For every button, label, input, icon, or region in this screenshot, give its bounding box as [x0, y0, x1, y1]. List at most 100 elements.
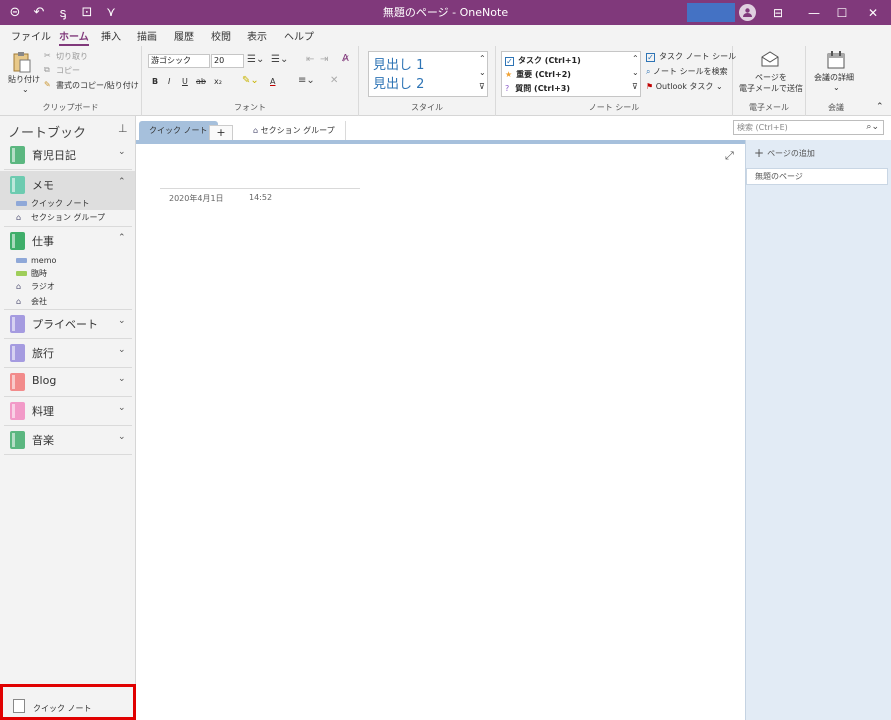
format-painter-button[interactable]: 書式のコピー/貼り付け	[56, 80, 139, 91]
collapse-ribbon-icon[interactable]: ⌃	[876, 102, 884, 112]
close-icon[interactable]: ✕	[855, 0, 891, 25]
numbering-icon[interactable]: ☰⌄	[271, 54, 288, 65]
tab-home[interactable]: ホーム	[59, 28, 89, 46]
outlook-tasks-button[interactable]: ⚑ Outlook タスク ⌄	[646, 81, 723, 92]
quick-notes-button[interactable]: クイック ノート	[0, 684, 136, 720]
section-memo[interactable]: memo	[16, 253, 56, 267]
underline-button[interactable]: U	[182, 77, 188, 86]
tab-draw[interactable]: 描画	[137, 28, 157, 43]
indent-icon[interactable]: ⇥	[320, 54, 328, 65]
cut-button[interactable]: 切り取り	[56, 51, 88, 62]
highlight-icon[interactable]: ✎⌄	[242, 75, 259, 86]
chevron-down-icon[interactable]: ⌄	[118, 345, 126, 355]
styles-gallery[interactable]: 見出し 1 見出し 2 ⌃ ⌄ ⊽	[368, 51, 488, 97]
bold-button[interactable]: B	[152, 77, 158, 86]
styles-more-icon[interactable]: ⊽	[479, 82, 485, 91]
tag-important[interactable]: ★ 重要 (Ctrl+2)	[505, 69, 571, 80]
chevron-up-icon[interactable]: ⌃	[118, 177, 126, 187]
page-item[interactable]: 無題のページ	[746, 168, 888, 185]
page-title-input[interactable]	[160, 188, 360, 189]
font-family-select[interactable]: 游ゴシック	[148, 54, 210, 68]
avatar[interactable]	[739, 4, 756, 21]
tab-view[interactable]: 表示	[247, 28, 267, 43]
notebook-ikuji[interactable]: 育児日記 ⌄	[0, 141, 135, 169]
section-group-icon: ⌂	[253, 126, 261, 135]
notebook-ryori[interactable]: 料理 ⌄	[0, 397, 135, 425]
tags-gallery[interactable]: ✓ タスク (Ctrl+1) ★ 重要 (Ctrl+2) ? 質問 (Ctrl+3) …	[501, 51, 641, 97]
email-page-button-line1[interactable]: ページを	[755, 72, 787, 83]
chevron-up-icon[interactable]: ⌃	[118, 233, 126, 243]
expand-icon[interactable]: ⤢	[725, 149, 734, 163]
outdent-icon[interactable]: ⇤	[306, 54, 314, 65]
clear-formatting-icon[interactable]: A̷	[342, 53, 349, 64]
section-quick-note[interactable]: クイック ノート	[0, 196, 135, 210]
section-rinji[interactable]: 臨時	[16, 266, 47, 280]
add-page-button[interactable]: + ページの追加	[754, 146, 815, 160]
bullets-icon[interactable]: ☰⌄	[247, 54, 264, 65]
user-icon	[743, 8, 752, 17]
tab-history[interactable]: 履歴	[174, 28, 194, 43]
copy-button[interactable]: コピー	[56, 65, 80, 76]
notebook-private[interactable]: プライベート ⌄	[0, 310, 135, 338]
tab-review[interactable]: 校閲	[211, 28, 231, 43]
calendar-icon[interactable]	[826, 50, 846, 70]
italic-button[interactable]: I	[168, 77, 170, 86]
meetings-group: 会議の詳細 ⌄ 会議	[806, 46, 866, 116]
chevron-down-icon[interactable]: ⌄	[118, 403, 126, 413]
account-name[interactable]	[687, 3, 735, 22]
tags-scroll-down-icon[interactable]: ⌄	[632, 68, 639, 77]
heading1-style[interactable]: 見出し 1	[373, 54, 424, 73]
find-tags-button[interactable]: ⌕ ノート シールを検索	[646, 66, 728, 77]
styles-scroll-up-icon[interactable]: ⌃	[479, 54, 486, 63]
delete-icon[interactable]: ✕	[330, 75, 338, 86]
paste-dropdown-icon[interactable]: ⌄	[22, 85, 29, 94]
font-size-select[interactable]: 20	[211, 54, 244, 68]
notebook-blog[interactable]: Blog ⌄	[0, 368, 135, 396]
meeting-details-dropdown-icon[interactable]: ⌄	[833, 83, 840, 92]
tab-help[interactable]: ヘルプ	[284, 28, 314, 43]
search-input[interactable]: 検索 (Ctrl+E) ⌕⌄	[733, 120, 884, 135]
notebook-ongaku[interactable]: 音楽 ⌄	[0, 426, 135, 454]
section-group-item[interactable]: ⌂ セクション グループ	[16, 210, 105, 224]
subscript-button[interactable]: x₂	[214, 77, 222, 86]
strikethrough-button[interactable]: ab	[196, 77, 206, 86]
add-section-button[interactable]: +	[209, 125, 233, 140]
undo-icon[interactable]: ↶	[28, 2, 50, 24]
email-page-button-line2[interactable]: 電子メールで送信	[739, 83, 803, 94]
tags-more-icon[interactable]: ⊽	[632, 82, 638, 91]
paste-icon[interactable]	[12, 51, 32, 73]
tab-insert[interactable]: 挿入	[101, 28, 121, 43]
notebook-ryoko[interactable]: 旅行 ⌄	[0, 339, 135, 367]
clipboard-label: クリップボード	[42, 103, 99, 112]
section-tab-quick-note[interactable]: クイック ノート	[139, 121, 218, 140]
paste-button[interactable]: 貼り付け	[8, 74, 40, 85]
todo-tag-button[interactable]: ✓ タスク ノート シール	[646, 51, 736, 62]
customize-qat-icon[interactable]: ⋎	[100, 2, 122, 24]
chevron-down-icon[interactable]: ⌄	[118, 147, 126, 157]
section-group-kaisha[interactable]: ⌂ 会社	[16, 294, 47, 308]
ribbon-display-icon[interactable]: ⊟	[760, 0, 796, 25]
email-page-icon[interactable]	[760, 50, 780, 68]
meeting-details-button[interactable]: 会議の詳細	[814, 72, 854, 83]
page-canvas[interactable]: ⤢ 2020年4月1日 14:52	[136, 144, 745, 720]
chevron-down-icon[interactable]: ⌄	[118, 316, 126, 326]
notebook-memo[interactable]: メモ ⌃	[0, 171, 135, 199]
chevron-down-icon[interactable]: ⌄	[118, 374, 126, 384]
notebook-shigoto[interactable]: 仕事 ⌃	[0, 227, 135, 255]
dock-icon[interactable]: ⊡	[76, 2, 98, 24]
tab-file[interactable]: ファイル	[11, 28, 51, 43]
tag-question[interactable]: ? 質問 (Ctrl+3)	[505, 83, 570, 94]
heading2-style[interactable]: 見出し 2	[373, 73, 424, 92]
pin-icon[interactable]: ⊥	[118, 122, 128, 135]
section-group-radio[interactable]: ⌂ ラジオ	[16, 279, 55, 293]
chevron-down-icon[interactable]: ⌄	[118, 432, 126, 442]
touch-mode-icon[interactable]: ᶊ	[52, 2, 74, 24]
section-group-tab[interactable]: ⌂ セクション グループ	[243, 121, 346, 140]
align-icon[interactable]: ≡⌄	[298, 75, 315, 86]
tag-todo[interactable]: ✓ タスク (Ctrl+1)	[505, 55, 581, 66]
search-icon[interactable]: ⌕⌄	[866, 121, 879, 134]
font-color-button[interactable]: A	[270, 77, 275, 86]
back-icon[interactable]: ⊝	[4, 2, 26, 24]
styles-scroll-down-icon[interactable]: ⌄	[479, 68, 486, 77]
tags-scroll-up-icon[interactable]: ⌃	[632, 54, 639, 63]
